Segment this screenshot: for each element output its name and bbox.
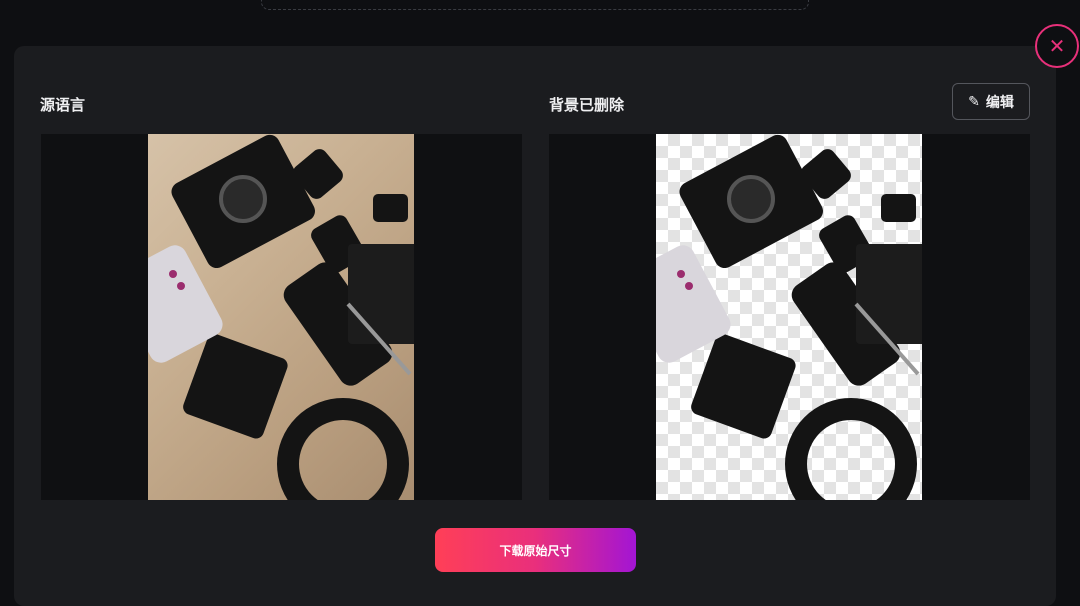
source-image-viewer: [41, 134, 522, 500]
result-panel-title: 背景已删除: [549, 96, 625, 114]
background-removed-photo: [656, 134, 922, 500]
pencil-icon: ✎: [968, 93, 980, 110]
result-image-viewer: [549, 134, 1030, 500]
close-button[interactable]: ✕: [1035, 24, 1079, 68]
download-original-size-button[interactable]: 下载原始尺寸: [435, 528, 636, 572]
source-panel-title: 源语言: [40, 96, 86, 114]
edit-button[interactable]: ✎ 编辑: [952, 83, 1030, 120]
upload-dropzone-edge: [261, 0, 809, 10]
close-icon: ✕: [1048, 34, 1066, 58]
original-photo: [148, 134, 414, 500]
edit-button-label: 编辑: [985, 94, 1014, 111]
